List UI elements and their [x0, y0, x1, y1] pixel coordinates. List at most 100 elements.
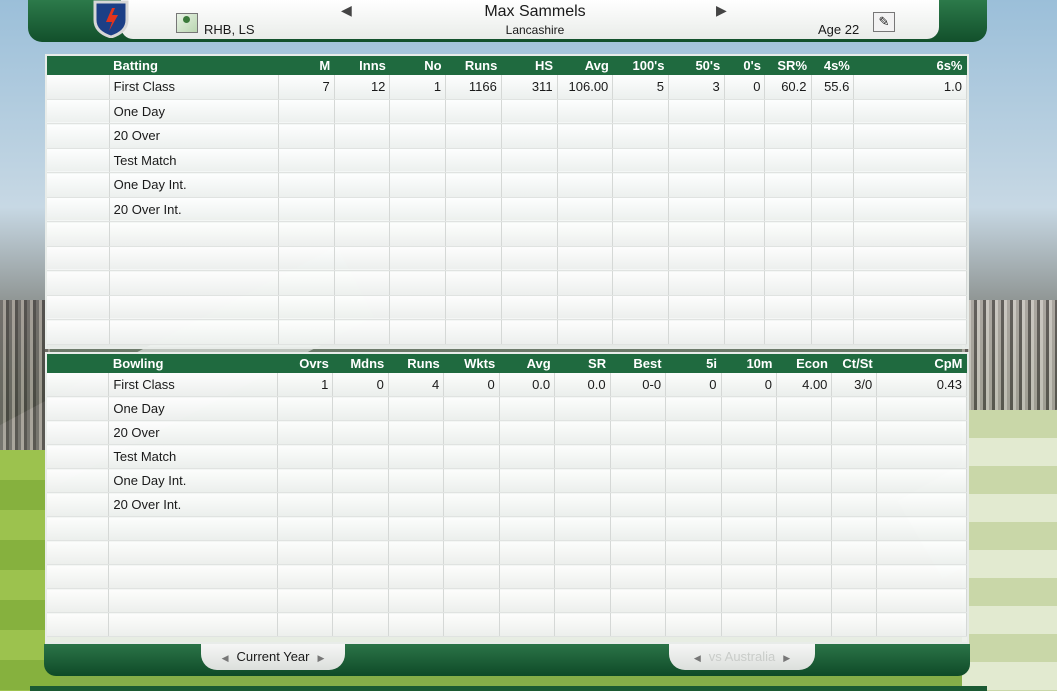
stat-cell	[724, 123, 766, 149]
vs-opponent-tab[interactable]: ◀ vs Australia ▶	[669, 644, 815, 670]
row-label: One Day	[109, 99, 279, 124]
stat-cell	[334, 172, 391, 198]
stat-cell	[668, 246, 725, 271]
stat-cell	[443, 564, 500, 589]
table-row[interactable]: One Day	[47, 99, 967, 124]
table-row[interactable]: First Class 7 12 1 1166 311 106.00 5 3 0 60.2 55.6 1…	[47, 75, 967, 100]
stat-cell	[724, 172, 766, 198]
col-header: 10m	[721, 354, 777, 373]
table-row[interactable]: One Day Int.	[47, 468, 967, 493]
table-row[interactable]	[47, 516, 967, 541]
batting-panel: Batting M Inns No Runs HS Avg 100's 50's…	[45, 54, 969, 349]
stat-cell	[334, 246, 391, 271]
row-label: Test Match	[109, 148, 279, 173]
stat-cell	[853, 246, 967, 271]
current-year-tab[interactable]: ◀ Current Year ▶	[201, 644, 345, 670]
table-row[interactable]	[47, 270, 967, 296]
stat-cell	[764, 319, 812, 345]
stat-cell	[278, 99, 335, 124]
col-header: Avg	[557, 56, 613, 75]
stat-cell	[334, 319, 391, 345]
stat-cell	[764, 172, 812, 198]
row-spacer	[47, 588, 110, 613]
stat-cell	[721, 588, 777, 613]
stat-cell	[853, 270, 967, 296]
table-row[interactable]	[47, 564, 967, 589]
stat-cell: 0	[332, 373, 389, 397]
stat-cell	[764, 295, 812, 320]
table-row[interactable]	[47, 221, 967, 247]
stat-cell	[668, 123, 725, 149]
table-row[interactable]: 20 Over Int.	[47, 492, 967, 517]
stat-cell	[499, 612, 556, 637]
stat-cell	[443, 588, 500, 613]
row-spacer	[47, 270, 110, 296]
table-row[interactable]	[47, 295, 967, 320]
edit-icon[interactable]: ✎	[873, 12, 895, 32]
next-player-button[interactable]: ▶	[716, 2, 727, 19]
stat-cell	[764, 148, 812, 173]
stat-cell	[557, 123, 614, 149]
stat-cell	[721, 468, 777, 493]
table-row[interactable]	[47, 612, 967, 637]
row-spacer	[47, 468, 110, 493]
stat-cell	[445, 197, 502, 222]
tab-next-icon[interactable]: ▶	[783, 653, 790, 663]
col-header: Runs	[388, 354, 444, 373]
stat-cell	[445, 148, 502, 173]
row-label	[108, 564, 278, 589]
tab-prev-icon[interactable]: ◀	[694, 653, 701, 663]
row-spacer	[47, 221, 110, 247]
stat-cell	[831, 468, 878, 493]
batting-table: Batting M Inns No Runs HS Avg 100's 50's…	[47, 56, 967, 345]
table-row[interactable]	[47, 246, 967, 271]
row-label	[108, 516, 278, 541]
stat-cell	[831, 420, 878, 445]
stat-cell	[721, 444, 777, 469]
stat-cell	[501, 319, 558, 345]
stat-cell	[445, 246, 502, 271]
col-header: M	[278, 56, 335, 75]
previous-player-button[interactable]: ◀	[341, 2, 352, 19]
table-row[interactable]: Test Match	[47, 148, 967, 173]
stat-cell	[665, 612, 722, 637]
stat-cell	[278, 221, 335, 247]
bowling-panel: Bowling Ovrs Mdns Runs Wkts Avg SR Best …	[45, 352, 969, 644]
stat-cell	[445, 319, 502, 345]
stat-cell	[811, 221, 855, 247]
row-spacer	[47, 246, 110, 271]
batting-bowling-style: RHB, LS	[204, 22, 255, 37]
table-row[interactable]: 20 Over	[47, 123, 967, 149]
row-label: First Class	[108, 373, 278, 397]
col-header: Batting	[109, 56, 279, 75]
vs-opponent-label: vs Australia	[708, 649, 776, 664]
table-row[interactable]: One Day Int.	[47, 172, 967, 198]
stat-cell	[277, 492, 334, 517]
stat-cell	[445, 123, 502, 149]
stat-cell	[668, 295, 725, 320]
stat-cell	[388, 468, 445, 493]
tab-prev-icon[interactable]: ◀	[222, 653, 229, 663]
table-row[interactable]	[47, 319, 967, 345]
stat-cell	[610, 588, 667, 613]
stat-cell	[665, 516, 722, 541]
tab-next-icon[interactable]: ▶	[318, 653, 325, 663]
stat-cell	[501, 295, 558, 320]
table-row[interactable]	[47, 588, 967, 613]
stat-cell	[554, 588, 611, 613]
table-row[interactable]: 20 Over	[47, 420, 967, 445]
table-row[interactable]: Test Match	[47, 444, 967, 469]
stat-cell	[389, 99, 447, 124]
stat-cell	[724, 197, 766, 222]
table-row[interactable]: 20 Over Int.	[47, 197, 967, 222]
stat-cell	[277, 564, 334, 589]
stat-cell	[610, 540, 667, 565]
table-row[interactable]	[47, 540, 967, 565]
table-row[interactable]: First Class 1 0 4 0 0.0 0.0 0-0 0 0 4.00 3/0 0.43	[47, 373, 967, 397]
stat-cell	[554, 396, 611, 421]
stat-cell	[278, 295, 335, 320]
table-row[interactable]: One Day	[47, 396, 967, 421]
stat-cell	[876, 396, 967, 421]
stat-cell: 0	[724, 75, 766, 100]
col-header: No	[389, 56, 446, 75]
